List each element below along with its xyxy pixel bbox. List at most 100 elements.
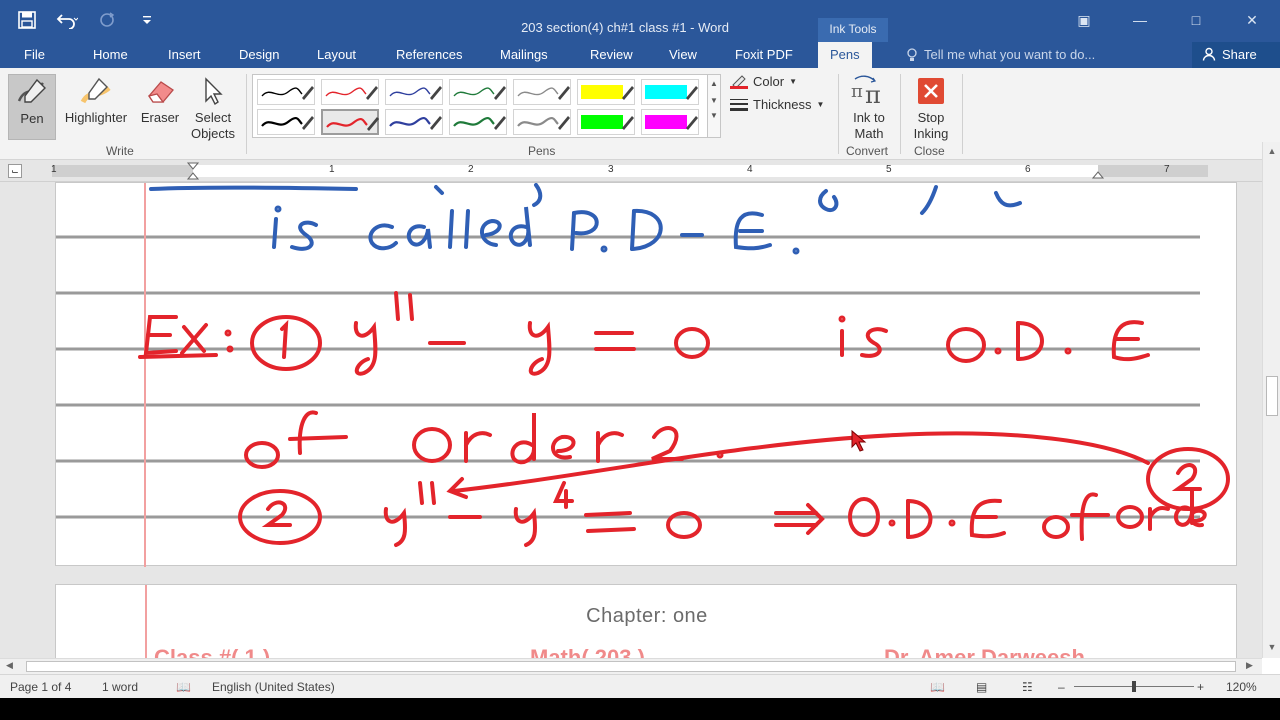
tab-pens[interactable]: Pens [818, 42, 872, 68]
tab-review[interactable]: Review [590, 47, 633, 62]
right-indent-marker-icon[interactable] [1092, 168, 1104, 180]
highlighter-label: Highlighter [64, 110, 128, 125]
pen-swatch[interactable] [257, 79, 315, 105]
vertical-scroll-thumb[interactable] [1266, 376, 1278, 416]
tell-me-box[interactable]: Tell me what you want to do... [906, 47, 1095, 62]
pen-swatch[interactable] [385, 109, 443, 135]
ribbon-display-options-icon[interactable]: ▣ [1056, 12, 1112, 29]
scroll-left-icon[interactable]: ◀ [6, 660, 13, 671]
read-mode-icon[interactable]: 📖 [930, 680, 945, 694]
ruler-number: 2 [468, 164, 474, 175]
document-page[interactable] [55, 182, 1238, 567]
gallery-down-icon[interactable]: ▼ [708, 96, 720, 105]
pen-swatch[interactable] [641, 109, 699, 135]
stop-inking-button[interactable]: Stop Inking [906, 74, 956, 142]
tab-insert[interactable]: Insert [168, 47, 201, 62]
tab-design[interactable]: Design [239, 47, 279, 62]
pen-swatch[interactable] [513, 109, 571, 135]
pen-button[interactable]: Pen [8, 74, 56, 140]
stop-inking-icon [918, 78, 944, 104]
pen-swatch[interactable] [513, 79, 571, 105]
horizontal-ruler: ⌙ 1 1 2 3 4 5 6 7 [0, 160, 1280, 182]
pen-swatch[interactable] [577, 79, 635, 105]
eraser-label: Eraser [140, 110, 180, 125]
gallery-scroll[interactable]: ▲ ▼ ▼ [707, 74, 721, 138]
bottom-black-bar [0, 698, 1280, 720]
ruler-number: 5 [886, 164, 892, 175]
zoom-level[interactable]: 120% [1226, 680, 1257, 694]
person-icon [1202, 47, 1216, 61]
ruler-number: 4 [747, 164, 753, 175]
select-objects-button[interactable]: Select Objects [186, 74, 240, 142]
gallery-more-icon[interactable]: ▼ [708, 111, 720, 120]
pen-swatch[interactable] [321, 109, 379, 135]
pen-swatch[interactable] [641, 79, 699, 105]
mouse-cursor-icon [851, 429, 867, 452]
indent-marker-icon[interactable] [187, 162, 199, 182]
pen-swatch[interactable] [321, 79, 379, 105]
title-bar: 203 section(4) ch#1 class #1 - Word Ink … [0, 0, 1280, 42]
pen-color-dropdown[interactable]: Color ▼ [730, 74, 797, 89]
group-separator [962, 74, 963, 154]
zoom-out-button[interactable]: – [1058, 680, 1065, 694]
ruler-left-margin [52, 165, 193, 177]
tab-mailings[interactable]: Mailings [500, 47, 548, 62]
zoom-in-button[interactable]: + [1197, 680, 1204, 694]
highlighter-icon [80, 77, 111, 104]
tab-layout[interactable]: Layout [317, 47, 356, 62]
lightbulb-icon [907, 47, 917, 61]
convert-group-label: Convert [846, 144, 889, 158]
horizontal-scroll-thumb[interactable] [26, 661, 1236, 672]
pens-gallery [252, 74, 708, 138]
handwritten-ink[interactable] [56, 183, 1238, 567]
ink-to-math-button[interactable]: ππ Ink to Math [846, 74, 892, 142]
header-class: Class #( 1 ) [154, 645, 271, 658]
scroll-down-icon[interactable]: ▼ [1263, 642, 1280, 652]
thickness-label: Thickness [753, 97, 812, 112]
pen-label: Pen [20, 111, 44, 126]
select-objects-label-line2: Objects [190, 126, 236, 141]
pen-swatch[interactable] [385, 79, 443, 105]
word-count[interactable]: 1 word [102, 680, 138, 694]
ruler-number: 1 [329, 164, 335, 175]
close-group-label: Close [914, 144, 945, 158]
eraser-icon [147, 81, 174, 103]
tab-home[interactable]: Home [93, 47, 128, 62]
stop-inking-label-line2: Inking [913, 126, 949, 141]
pen-swatch[interactable] [577, 109, 635, 135]
share-button[interactable]: Share [1192, 42, 1280, 68]
tab-selector-icon[interactable]: ⌙ [8, 164, 22, 178]
minimize-icon[interactable]: — [1112, 12, 1168, 29]
scroll-right-icon[interactable]: ▶ [1246, 660, 1253, 671]
tab-references[interactable]: References [396, 47, 462, 62]
ruler-number: 1 [51, 164, 57, 175]
eraser-button[interactable]: Eraser [138, 74, 182, 126]
maximize-icon[interactable]: □ [1168, 12, 1224, 29]
web-layout-icon[interactable]: ☷ [1022, 680, 1033, 694]
window-controls: ▣ — □ ✕ [1056, 12, 1280, 29]
tab-view[interactable]: View [669, 47, 697, 62]
svg-text:π: π [851, 81, 863, 102]
header-instructor: Dr. Amer Darweesh [884, 645, 1085, 658]
close-icon[interactable]: ✕ [1224, 12, 1280, 29]
group-separator [900, 74, 901, 154]
horizontal-scrollbar[interactable]: ◀ ▶ [0, 658, 1262, 674]
tab-foxit-pdf[interactable]: Foxit PDF [735, 47, 793, 62]
page-count[interactable]: Page 1 of 4 [10, 680, 71, 694]
zoom-slider-thumb[interactable] [1132, 681, 1136, 692]
highlighter-button[interactable]: Highlighter [58, 74, 134, 126]
gallery-up-icon[interactable]: ▲ [708, 79, 720, 88]
vertical-scrollbar[interactable]: ▲ ▼ [1262, 142, 1280, 658]
pen-swatch[interactable] [449, 79, 507, 105]
proofing-icon[interactable]: 📖 [176, 680, 191, 694]
pen-swatch[interactable] [257, 109, 315, 135]
pen-icon [17, 78, 46, 103]
document-page[interactable]: Chapter: one Class #( 1 ) Math( 203 ) Dr… [55, 584, 1237, 658]
tab-file[interactable]: File [24, 47, 45, 62]
language[interactable]: English (United States) [212, 680, 335, 694]
pen-swatch[interactable] [449, 109, 507, 135]
document-area[interactable]: Chapter: one Class #( 1 ) Math( 203 ) Dr… [0, 182, 1262, 658]
print-layout-icon[interactable]: ▤ [976, 680, 987, 694]
pen-thickness-dropdown[interactable]: Thickness ▼ [730, 97, 824, 112]
scroll-up-icon[interactable]: ▲ [1263, 146, 1280, 156]
